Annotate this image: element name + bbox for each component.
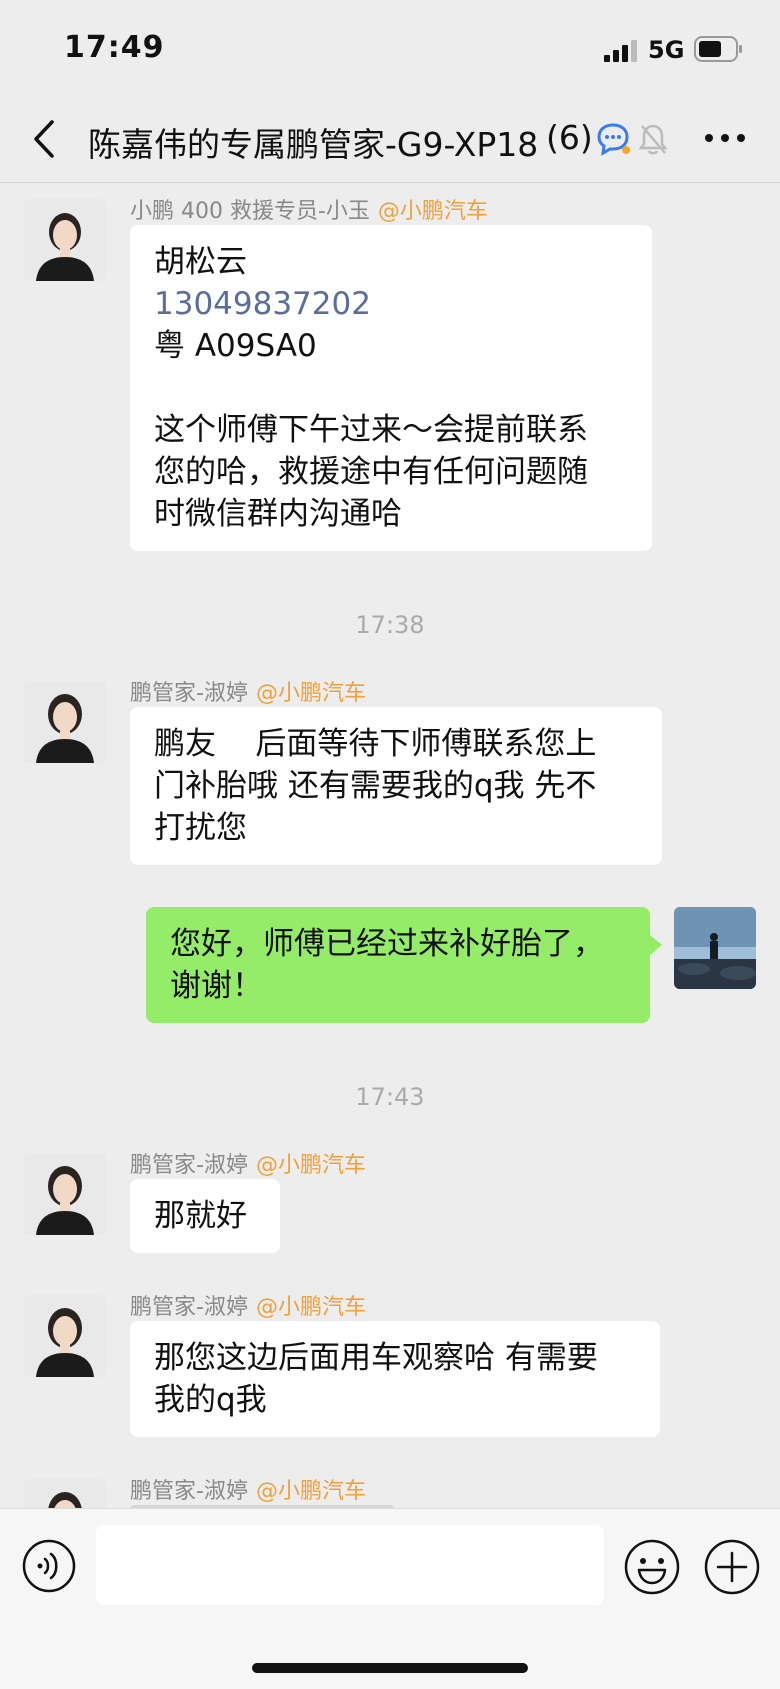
message-line: 我的q我 [154, 1382, 267, 1418]
message-input[interactable] [96, 1525, 604, 1605]
message-line: 那就好 [154, 1198, 247, 1234]
message-line: 胡松云 [154, 244, 247, 280]
sender-label: 鹏管家-淑婷 [130, 1295, 248, 1320]
message-line: 门补胎哦 还有需要我的q我 先不 [154, 768, 597, 804]
sender-label: 鹏管家-淑婷 [130, 1153, 248, 1178]
sender-name: 鹏管家-淑婷 @小鹏汽车 [130, 1289, 366, 1321]
message-list[interactable]: 小鹏 400 救援专员-小玉 @小鹏汽车 胡松云 13049837202 粤 A0… [0, 183, 780, 1508]
sender-name: 鹏管家-淑婷 @小鹏汽车 [130, 675, 366, 707]
chat-bubble-icon[interactable] [596, 122, 630, 156]
sender-name: 鹏管家-淑婷 @小鹏汽车 [130, 1147, 366, 1179]
signal-icon [604, 40, 637, 62]
timestamp: 17:38 [355, 611, 425, 639]
message-bubble-self[interactable]: 您好，师傅已经过来补好胎了， 谢谢！ [146, 907, 662, 1023]
message-bubble[interactable]: 胡松云 13049837202 粤 A09SA0 这个师傅下午过来～会提前联系 … [130, 225, 652, 551]
message-line [154, 367, 628, 409]
message-line: 您的哈，救援途中有任何问题随 [154, 454, 588, 490]
sender-name: 小鹏 400 救援专员-小玉 @小鹏汽车 [130, 193, 488, 225]
chat-header: 陈嘉伟的专属鹏管家-G9-XP18 (6) [0, 100, 780, 183]
sender-name: 鹏管家-淑婷 @小鹏汽车 [130, 1473, 366, 1505]
avatar[interactable] [24, 199, 106, 281]
sender-tag: @小鹏汽车 [255, 1479, 366, 1504]
input-bar [0, 1508, 780, 1689]
sender-label: 鹏管家-淑婷 [130, 681, 248, 706]
sender-label: 小鹏 400 救援专员-小玉 [130, 199, 370, 224]
message-bubble[interactable]: 那就好 [130, 1179, 280, 1253]
message-line: 谢谢！ [170, 968, 263, 1004]
message-line: 那您这边后面用车观察哈 有需要 [154, 1340, 598, 1376]
avatar[interactable] [24, 681, 106, 763]
message-bubble[interactable]: 那您这边后面用车观察哈 有需要 我的q我 [130, 1321, 660, 1437]
message-line: 打扰您 [154, 810, 247, 846]
status-time: 17:49 [64, 30, 165, 65]
sender-label: 鹏管家-淑婷 [130, 1479, 248, 1504]
phone-link[interactable]: 13049837202 [154, 283, 628, 325]
avatar[interactable] [24, 1295, 106, 1377]
sender-tag: @小鹏汽车 [255, 681, 366, 706]
message-line: 时微信群内沟通哈 [154, 496, 402, 532]
avatar[interactable] [24, 1153, 106, 1235]
more-dots-icon[interactable] [702, 126, 748, 150]
message-line: 这个师傅下午过来～会提前联系 [154, 412, 588, 448]
sender-tag: @小鹏汽车 [255, 1153, 366, 1178]
voice-icon[interactable] [22, 1539, 76, 1593]
message-line: 粤 A09SA0 [154, 328, 317, 364]
sender-tag: @小鹏汽车 [255, 1295, 366, 1320]
home-indicator[interactable] [252, 1663, 528, 1673]
chat-title: 陈嘉伟的专属鹏管家-G9-XP18 [88, 125, 539, 164]
avatar[interactable] [24, 1479, 106, 1508]
battery-icon [694, 36, 742, 62]
member-count: (6) [544, 118, 593, 157]
message-bubble[interactable]: 鹏友 后面等待下师傅联系您上 门补胎哦 还有需要我的q我 先不 打扰您 [130, 707, 662, 865]
network-type: 5G [648, 36, 685, 64]
status-bar: 17:49 5G [0, 0, 780, 100]
message-line: 您好，师傅已经过来补好胎了， [170, 926, 604, 962]
chevron-left-icon[interactable] [28, 116, 64, 162]
sender-tag: @小鹏汽车 [377, 199, 488, 224]
self-avatar[interactable] [674, 907, 756, 989]
emoji-icon[interactable] [624, 1539, 680, 1595]
muted-bell-icon [638, 124, 668, 155]
plus-icon[interactable] [704, 1539, 760, 1595]
timestamp: 17:43 [355, 1083, 425, 1111]
message-line: 鹏友 后面等待下师傅联系您上 [154, 726, 597, 762]
